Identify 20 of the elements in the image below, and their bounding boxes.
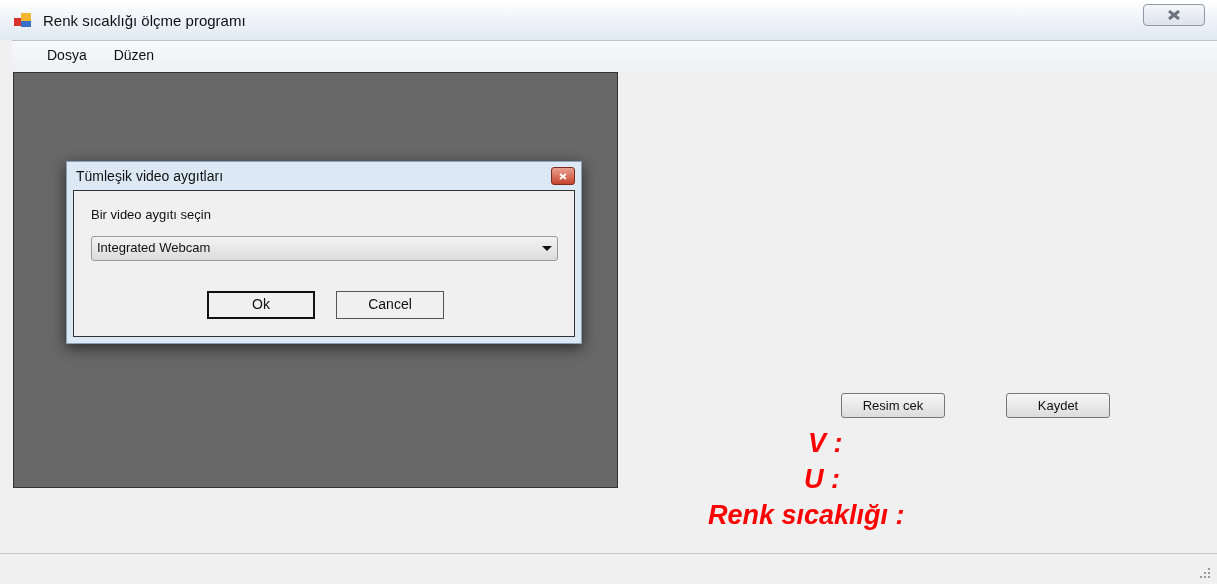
reading-label: Renk sıcaklığı : xyxy=(708,499,906,531)
window-title: Renk sıcaklığı ölçme programı xyxy=(43,11,246,31)
action-button[interactable]: Kaydet xyxy=(1006,393,1110,418)
dialog-close-button[interactable] xyxy=(551,167,575,185)
close-icon xyxy=(1167,10,1181,20)
dialog-button[interactable]: Cancel xyxy=(336,290,444,319)
dialog-button[interactable]: Ok xyxy=(207,290,315,319)
close-button[interactable] xyxy=(1143,4,1205,26)
dialog-title: Tümleşik video aygıtları xyxy=(76,166,224,186)
app-icon xyxy=(14,12,32,28)
reading-label: V : xyxy=(808,427,844,459)
menu-item[interactable]: Düzen xyxy=(113,45,155,66)
resize-grip-icon xyxy=(1199,567,1211,579)
prompt-label: Bir video aygıtı seçin xyxy=(91,206,212,224)
reading-label: U : xyxy=(804,463,841,495)
menu-item[interactable]: Dosya xyxy=(47,45,87,66)
device-dropdown[interactable]: Integrated Webcam xyxy=(91,235,558,261)
dropdown-arrow-icon xyxy=(542,245,552,251)
close-icon xyxy=(559,172,567,180)
action-button[interactable]: Resim cek xyxy=(841,393,945,418)
